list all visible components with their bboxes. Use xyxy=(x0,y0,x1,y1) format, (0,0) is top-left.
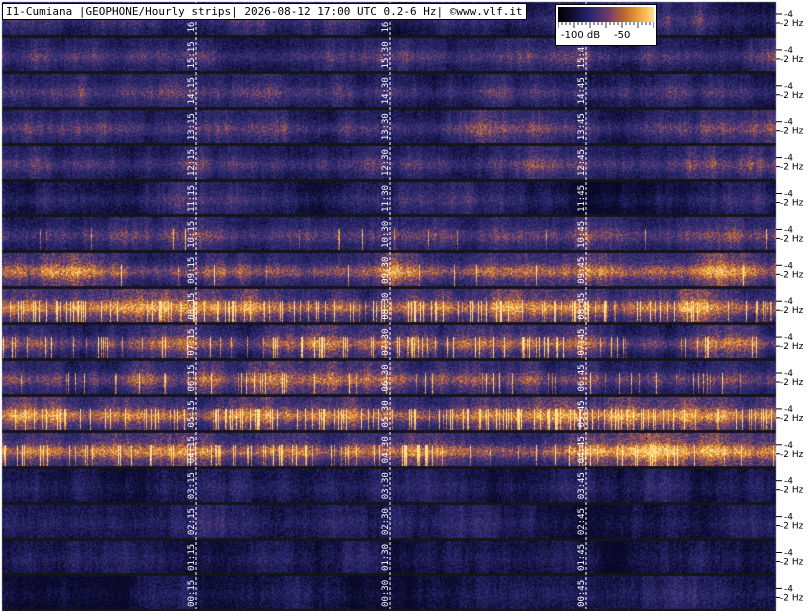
y-tick-label: -2 Hz xyxy=(780,127,804,137)
y-tick-label: -2 Hz xyxy=(780,91,804,101)
plot-overlay: 16:1516:3016:45-4-2 Hz15:1515:3015:45-4-… xyxy=(187,2,804,609)
time-label: 03:45 xyxy=(577,472,587,499)
time-label: 15:30 xyxy=(381,41,391,68)
time-label: 05:30 xyxy=(381,400,391,427)
time-label: 13:45 xyxy=(577,113,587,140)
time-label: 08:15 xyxy=(187,293,197,320)
y-tick-label: -2 Hz xyxy=(780,522,804,532)
chart-title: I1-Cumiana |GEOPHONE/Hourly strips| 2026… xyxy=(2,3,527,20)
time-label: 14:15 xyxy=(187,77,197,104)
time-label: 02:30 xyxy=(381,508,391,535)
time-label: 03:15 xyxy=(187,472,197,499)
time-label: 06:45 xyxy=(577,364,587,391)
time-label: 06:15 xyxy=(187,364,197,391)
time-label: 05:45 xyxy=(577,400,587,427)
time-label: 07:45 xyxy=(577,329,587,356)
colorbar-label-max: -50 xyxy=(614,30,631,41)
y-tick-label: -2 Hz xyxy=(780,163,804,173)
time-label: 10:15 xyxy=(187,221,197,248)
time-label: 12:15 xyxy=(187,149,197,176)
y-tick-label: -2 Hz xyxy=(780,234,804,244)
time-label: 07:30 xyxy=(381,329,391,356)
y-tick-label: -2 Hz xyxy=(780,558,804,568)
time-label: 15:15 xyxy=(187,41,197,68)
time-label: 03:30 xyxy=(381,472,391,499)
time-label: 08:30 xyxy=(381,293,391,320)
time-label: 05:15 xyxy=(187,400,197,427)
y-tick-label: -2 Hz xyxy=(780,270,804,280)
time-label: 10:30 xyxy=(381,221,391,248)
time-label: 07:15 xyxy=(187,329,197,356)
time-label: 02:15 xyxy=(187,508,197,535)
time-label: 13:15 xyxy=(187,113,197,140)
time-label: 04:15 xyxy=(187,436,197,463)
colorbar-label-min: -100 dB xyxy=(561,30,601,41)
time-label: 09:45 xyxy=(577,257,587,284)
y-tick-label: -2 Hz xyxy=(780,342,804,352)
y-tick-label: -2 Hz xyxy=(780,450,804,460)
time-label: 00:45 xyxy=(577,580,587,607)
y-tick-label: -2 Hz xyxy=(780,414,804,424)
time-label: 11:45 xyxy=(577,185,587,212)
y-tick-label: -2 Hz xyxy=(780,55,804,65)
colorbar-ticks xyxy=(558,22,654,28)
y-tick-label: -2 Hz xyxy=(780,306,804,316)
time-label: 04:30 xyxy=(381,436,391,463)
time-label: 02:45 xyxy=(577,508,587,535)
time-label: 01:15 xyxy=(187,544,197,571)
time-label: 13:30 xyxy=(381,113,391,140)
time-label: 12:45 xyxy=(577,149,587,176)
time-label: 04:45 xyxy=(577,436,587,463)
time-label: 11:15 xyxy=(187,185,197,212)
colorbar-gradient xyxy=(558,7,654,22)
time-label: 00:15 xyxy=(187,580,197,607)
time-label: 10:45 xyxy=(577,221,587,248)
time-label: 01:30 xyxy=(381,544,391,571)
y-tick-label: -2 Hz xyxy=(780,19,804,29)
y-tick-label: -2 Hz xyxy=(780,199,804,209)
time-label: 00:30 xyxy=(381,580,391,607)
y-tick-label: -2 Hz xyxy=(780,378,804,388)
time-label: 11:30 xyxy=(381,185,391,212)
time-label: 12:30 xyxy=(381,149,391,176)
time-label: 09:30 xyxy=(381,257,391,284)
time-label: 09:15 xyxy=(187,257,197,284)
time-label: 14:45 xyxy=(577,77,587,104)
colorbar: -100 dB -50 xyxy=(555,4,657,46)
time-label: 08:45 xyxy=(577,293,587,320)
chart-title-text: I1-Cumiana |GEOPHONE/Hourly strips| 2026… xyxy=(6,5,523,18)
y-tick-label: -2 Hz xyxy=(780,486,804,496)
time-label: 06:30 xyxy=(381,364,391,391)
time-label: 14:30 xyxy=(381,77,391,104)
time-label: 01:45 xyxy=(577,544,587,571)
y-tick-label: -2 Hz xyxy=(780,593,804,603)
